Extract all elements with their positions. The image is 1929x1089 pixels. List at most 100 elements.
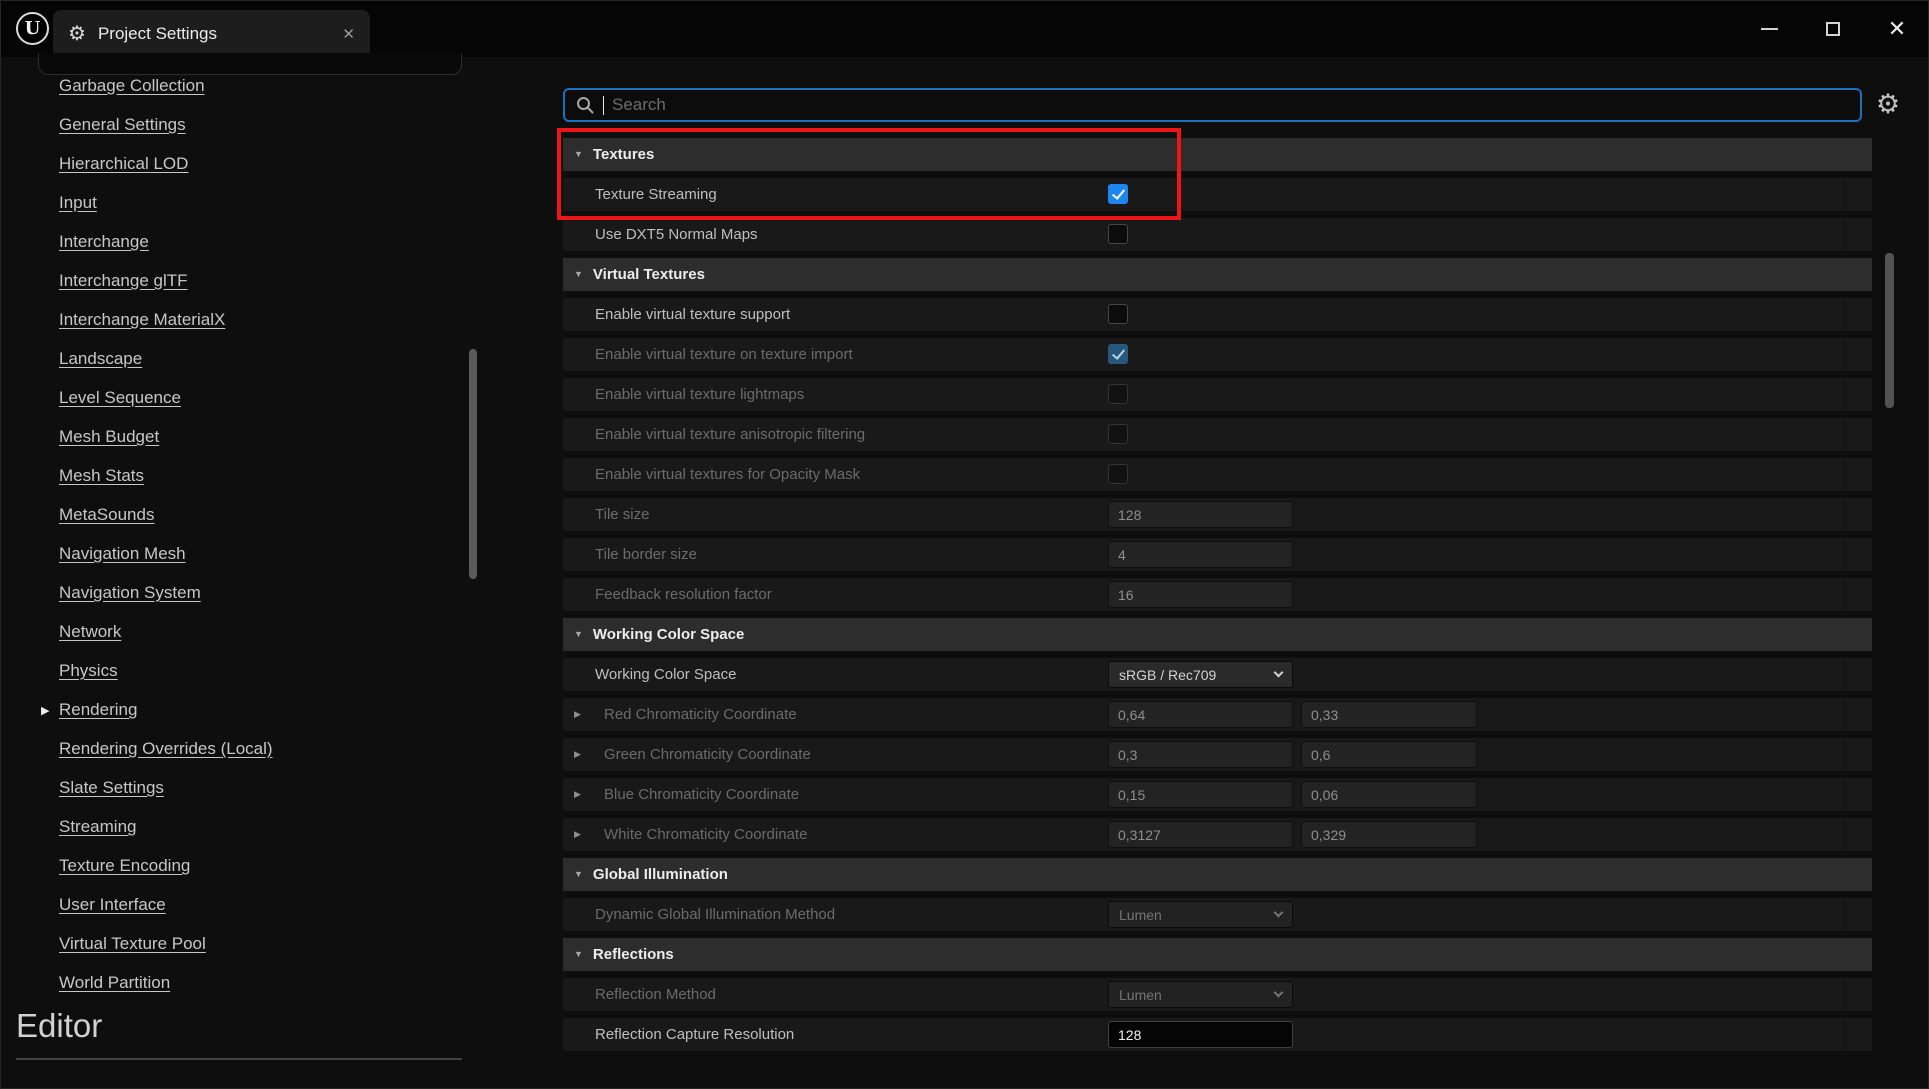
enable-virtual-textures-for-opacity-mask-checkbox [1108,464,1128,484]
setting-label: Feedback resolution factor [595,586,772,603]
sidebar-item-label: General Settings [59,115,186,134]
sidebar-item-streaming[interactable]: Streaming [1,817,463,856]
setting-row-enable-virtual-texture-lightmaps: Enable virtual texture lightmaps [563,378,1872,411]
setting-row-reflection-capture-resolution: Reflection Capture Resolution 128 [563,1018,1872,1051]
settings-search-bar[interactable] [563,88,1862,122]
sidebar-item-rendering-overrides-local[interactable]: Rendering Overrides (Local) [1,739,463,778]
project-settings-tab[interactable]: ⚙ Project Settings ✕ [53,10,370,57]
title-bar: U ⚙ Project Settings ✕ ✕ [1,1,1928,57]
red-chromaticity-x-field: 0,64 [1108,701,1293,728]
sidebar-item-input[interactable]: Input [1,193,463,232]
dropdown-value: Lumen [1119,986,1162,1003]
search-input[interactable] [612,95,1850,115]
dynamic-global-illumination-method-dropdown: Lumen [1108,901,1293,928]
sidebar-item-label: World Partition [59,973,171,992]
settings-panel: ▼ Textures Texture Streaming Use DXT5 No… [563,138,1872,1058]
minimize-button[interactable] [1754,14,1784,44]
sidebar-item-label: Landscape [59,349,143,368]
sidebar-item-slate-settings[interactable]: Slate Settings [1,778,463,817]
setting-label: White Chromaticity Coordinate [604,826,808,843]
setting-row-texture-streaming: Texture Streaming [563,178,1872,211]
enable-virtual-texture-on-texture-import-checkbox [1108,344,1128,364]
sidebar-item-interchange-gltf[interactable]: Interchange glTF [1,271,463,310]
sidebar-item-label: Rendering Overrides (Local) [59,739,273,758]
settings-gear-icon[interactable]: ⚙ [1873,89,1903,119]
reflection-capture-resolution-field[interactable]: 128 [1108,1021,1293,1048]
setting-label: Use DXT5 Normal Maps [595,226,758,243]
search-icon [577,97,594,114]
setting-label: Reflection Capture Resolution [595,1026,795,1043]
expand-arrow-icon[interactable]: ▶ [574,778,581,811]
working-color-space-dropdown[interactable]: sRGB / Rec709 [1108,661,1293,688]
sidebar-item-rendering[interactable]: ▶ Rendering [1,700,463,739]
sidebar-item-label: Physics [59,661,118,680]
enable-virtual-texture-support-checkbox[interactable] [1108,304,1128,324]
sidebar-item-virtual-texture-pool[interactable]: Virtual Texture Pool [1,934,463,973]
sidebar-item-label: User Interface [59,895,166,914]
section-header-global-illumination[interactable]: ▼ Global Illumination [563,858,1872,891]
setting-row-enable-virtual-texture-support: Enable virtual texture support [563,298,1872,331]
sidebar-item-label: Interchange [59,232,149,251]
close-button[interactable]: ✕ [1882,14,1912,44]
sidebar-item-metasounds[interactable]: MetaSounds [1,505,463,544]
sidebar-item-label: Level Sequence [59,388,181,407]
chevron-down-icon [1273,987,1284,998]
feedback-resolution-factor-field: 16 [1108,581,1293,608]
red-chromaticity-y-field: 0,33 [1301,701,1477,728]
sidebar-item-physics[interactable]: Physics [1,661,463,700]
texture-streaming-checkbox[interactable] [1108,184,1128,204]
sidebar-item-label: Texture Encoding [59,856,191,875]
sidebar-item-texture-encoding[interactable]: Texture Encoding [1,856,463,895]
settings-scrollbar-thumb[interactable] [1885,253,1894,408]
setting-label: Blue Chromaticity Coordinate [604,786,800,803]
close-icon: ✕ [1887,16,1907,41]
maximize-button[interactable] [1818,14,1848,44]
setting-row-tile-size: Tile size 128 [563,498,1872,531]
section-header-virtual-textures[interactable]: ▼ Virtual Textures [563,258,1872,291]
setting-label: Red Chromaticity Coordinate [604,706,797,723]
tile-size-field: 128 [1108,501,1293,528]
sidebar-item-navigation-mesh[interactable]: Navigation Mesh [1,544,463,583]
sidebar-item-mesh-stats[interactable]: Mesh Stats [1,466,463,505]
section-header-working-color-space[interactable]: ▼ Working Color Space [563,618,1872,651]
sidebar-item-network[interactable]: Network [1,622,463,661]
settings-category-list: Garbage Collection General Settings Hier… [1,76,463,1012]
sidebar-item-mesh-budget[interactable]: Mesh Budget [1,427,463,466]
sidebar-item-interchange-materialx[interactable]: Interchange MaterialX [1,310,463,349]
expand-arrow-icon[interactable]: ▶ [574,738,581,771]
setting-row-blue-chromaticity-coordinate: ▶ Blue Chromaticity Coordinate 0,15 0,06 [563,778,1872,811]
section-header-textures[interactable]: ▼ Textures [563,138,1872,171]
project-settings-window: U ⚙ Project Settings ✕ ✕ Garbage Collect… [0,0,1929,1089]
sidebar-item-hierarchical-lod[interactable]: Hierarchical LOD [1,154,463,193]
minimize-icon [1760,28,1778,30]
use-dxt5-normal-maps-checkbox[interactable] [1108,224,1128,244]
setting-row-dynamic-global-illumination-method: Dynamic Global Illumination Method Lumen [563,898,1872,931]
sidebar-item-level-sequence[interactable]: Level Sequence [1,388,463,427]
chevron-down-icon [1273,907,1284,918]
sidebar-item-garbage-collection[interactable]: Garbage Collection [1,76,463,115]
sidebar-item-label: Navigation Mesh [59,544,186,563]
expand-arrow-icon[interactable]: ▶ [574,698,581,731]
enable-virtual-texture-anisotropic-filtering-checkbox [1108,424,1128,444]
sidebar-scrollbar-thumb[interactable] [469,349,477,579]
setting-label: Enable virtual texture support [595,306,791,323]
setting-label: Reflection Method [595,986,716,1003]
collapse-arrow-icon: ▼ [574,949,583,959]
sidebar-item-user-interface[interactable]: User Interface [1,895,463,934]
sidebar-item-interchange[interactable]: Interchange [1,232,463,271]
setting-row-red-chromaticity-coordinate: ▶ Red Chromaticity Coordinate 0,64 0,33 [563,698,1872,731]
setting-label: Enable virtual texture anisotropic filte… [595,426,866,443]
section-header-reflections[interactable]: ▼ Reflections [563,938,1872,971]
sidebar-item-label: Interchange MaterialX [59,310,226,329]
window-controls: ✕ [1754,9,1912,49]
expand-arrow-icon[interactable]: ▶ [574,818,581,851]
setting-label: Working Color Space [595,666,737,683]
setting-row-reflection-method: Reflection Method Lumen [563,978,1872,1011]
sidebar-item-navigation-system[interactable]: Navigation System [1,583,463,622]
sidebar-search-box-bottom [38,53,462,75]
sidebar-item-landscape[interactable]: Landscape [1,349,463,388]
unreal-engine-logo-icon[interactable]: U [16,12,49,45]
tab-close-icon[interactable]: ✕ [342,25,355,43]
sidebar-item-general-settings[interactable]: General Settings [1,115,463,154]
sidebar-item-label: Streaming [59,817,137,836]
